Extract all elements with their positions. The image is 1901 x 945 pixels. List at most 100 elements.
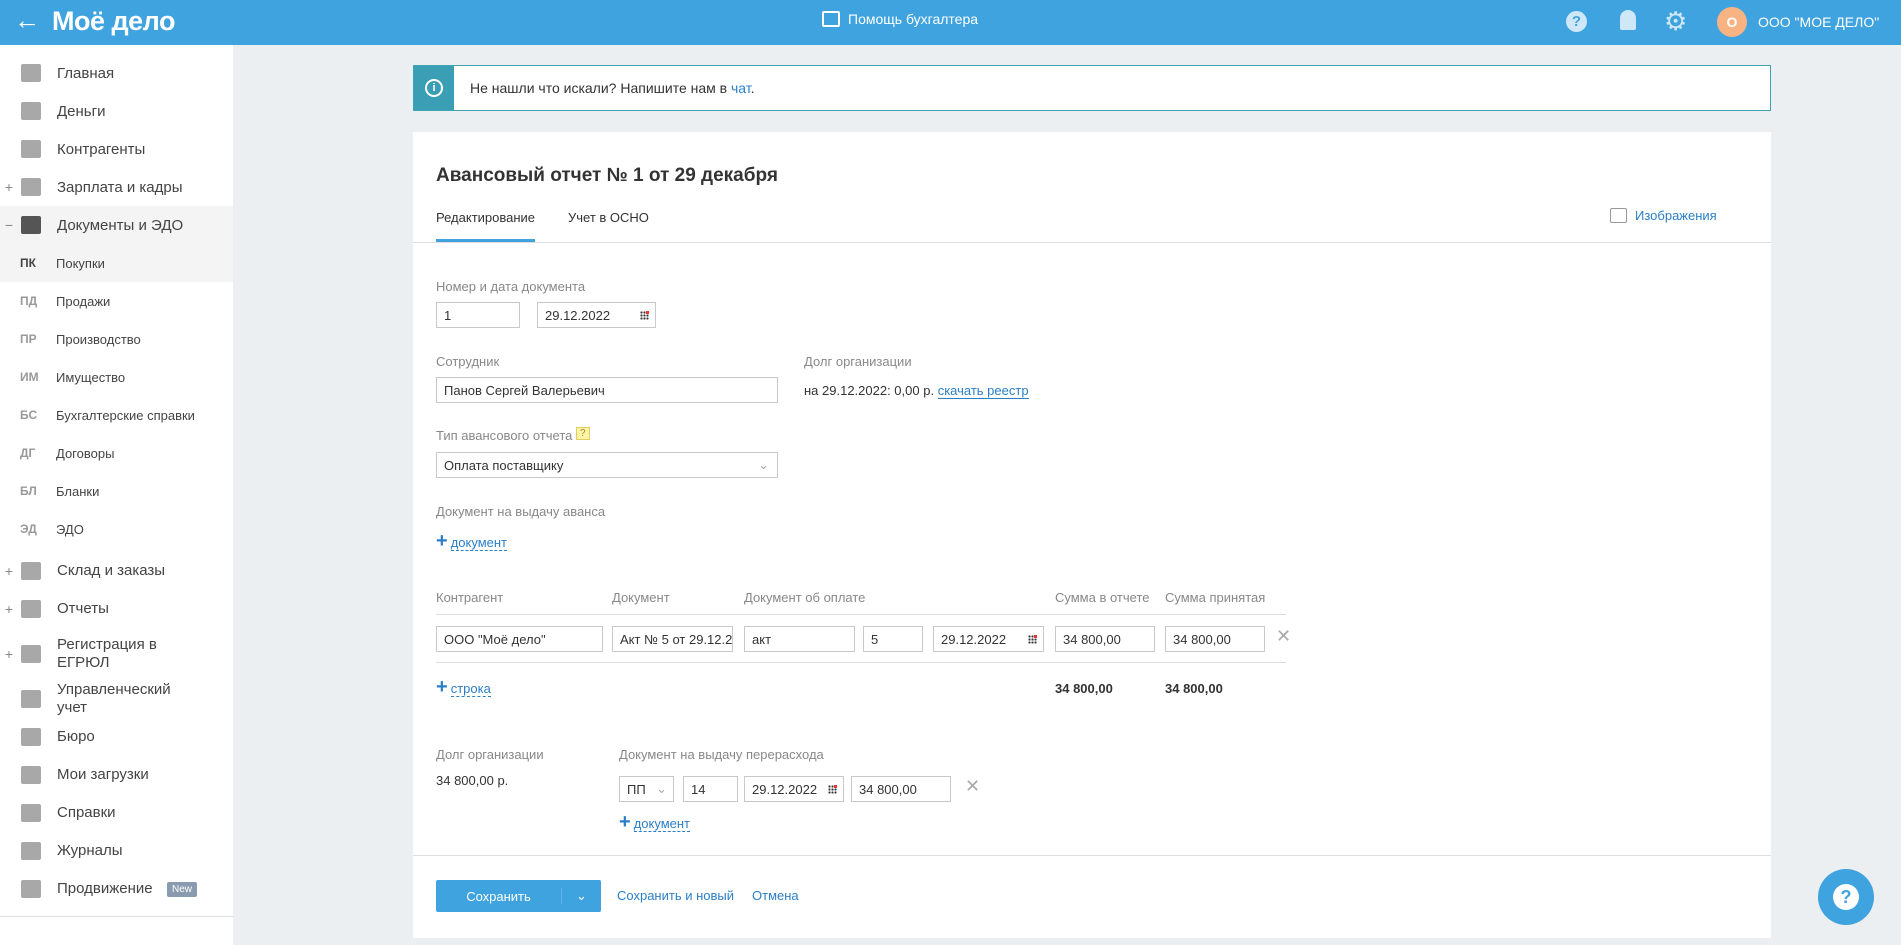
add-row-button[interactable]: + строка	[436, 676, 491, 699]
sidebar-item-label: Мои загрузки	[57, 766, 149, 783]
remove-overspend-icon[interactable]: ✕	[965, 776, 980, 797]
overspend-type-value: ПП	[627, 781, 646, 797]
report-type-label: Тип авансового отчета ?	[436, 427, 590, 443]
sidebar-item[interactable]: Бюро	[0, 718, 233, 756]
sidebar-item[interactable]: Главная	[0, 54, 233, 92]
image-icon	[1610, 208, 1627, 223]
document-input[interactable]: Акт № 5 от 29.12.2022	[612, 626, 733, 652]
sidebar-subitem[interactable]: ПР Производство	[0, 320, 233, 358]
overspend-sum-input[interactable]: 34 800,00	[851, 776, 951, 802]
briefcase-icon	[822, 11, 840, 27]
subitem-abbr: ПД	[20, 294, 38, 308]
payment-date-input[interactable]: 29.12.2022	[933, 626, 1044, 652]
page-title: Авансовый отчет № 1 от 29 декабря	[436, 165, 778, 186]
gear-icon[interactable]: ⚙	[1664, 6, 1687, 36]
sidebar-subitem[interactable]: БС Бухгалтерские справки	[0, 396, 233, 434]
images-link[interactable]: Изображения	[1610, 208, 1717, 223]
save-label: Сохранить	[466, 888, 531, 904]
section-icon	[21, 216, 41, 234]
sidebar-item[interactable]: Деньги	[0, 92, 233, 130]
help-icon[interactable]: ?	[1566, 11, 1587, 32]
sidebar-subitem[interactable]: ЭД ЭДО	[0, 510, 233, 548]
banner-text: Не нашли что искали? Напишите нам в	[470, 80, 731, 96]
logo[interactable]: Моё дело	[52, 6, 175, 37]
overspend-number-input[interactable]: 14	[683, 776, 738, 802]
tab-osno[interactable]: Учет в ОСНО	[568, 210, 649, 225]
doc-number-input[interactable]: 1	[436, 302, 520, 328]
sidebar-item[interactable]: + Регистрация в ЕГРЮЛ	[0, 628, 233, 680]
save-and-new-link[interactable]: Сохранить и новый	[617, 888, 734, 903]
sidebar-item-label: Контрагенты	[57, 140, 146, 158]
sidebar-item[interactable]: + Склад и заказы	[0, 552, 233, 590]
sidebar-item[interactable]: Продвижение New	[0, 870, 233, 908]
tab-editing[interactable]: Редактирование	[436, 210, 536, 242]
subitem-label: ЭДО	[56, 521, 84, 537]
section-icon	[21, 880, 41, 898]
save-button[interactable]: Сохранить ⌄	[436, 880, 601, 912]
calendar-icon[interactable]	[1028, 635, 1037, 644]
sidebar-item[interactable]: Контрагенты	[0, 130, 233, 168]
sidebar-subitem[interactable]: ДГ Договоры	[0, 434, 233, 472]
info-icon: i	[414, 66, 454, 110]
calendar-icon[interactable]	[640, 311, 649, 320]
help-fab[interactable]: ?	[1818, 869, 1874, 925]
section-icon	[21, 645, 41, 663]
subitem-abbr: ПК	[20, 256, 36, 270]
help-title: Помощь бухгалтера	[848, 11, 979, 27]
remove-row-icon[interactable]: ✕	[1276, 626, 1291, 647]
download-registry-link[interactable]: скачать реестр	[937, 383, 1029, 399]
org-debt-label: Долг организации	[804, 354, 912, 369]
section-icon	[21, 178, 41, 196]
payment-number-input[interactable]: 5	[863, 626, 923, 652]
subitem-label: Имущество	[56, 369, 126, 385]
accepted-sum-input[interactable]: 34 800,00	[1165, 626, 1265, 652]
section-icon	[21, 842, 41, 860]
new-badge: New	[167, 881, 198, 897]
add-overspend-doc-button[interactable]: + документ	[619, 811, 690, 834]
avatar[interactable]: О	[1717, 7, 1747, 37]
sidebar-item-label: Журналы	[57, 842, 123, 859]
col-document: Документ	[612, 590, 670, 605]
banner-dot: .	[750, 80, 755, 96]
add-advance-doc-button[interactable]: + документ	[436, 530, 507, 553]
bell-icon[interactable]	[1620, 10, 1636, 30]
overspend-date-input[interactable]: 29.12.2022	[744, 776, 844, 802]
sidebar-item[interactable]: − Документы и ЭДО	[0, 206, 233, 244]
subitem-label: Покупки	[56, 255, 105, 271]
employee-label: Сотрудник	[436, 354, 500, 369]
hint-icon[interactable]: ?	[575, 427, 590, 440]
subitem-abbr: БЛ	[20, 484, 37, 498]
sidebar-subitem[interactable]: ПД Продажи	[0, 282, 233, 320]
sidebar-item-label: Главная	[57, 64, 115, 82]
sidebar-item[interactable]: Журналы	[0, 832, 233, 870]
payment-type-input[interactable]: акт	[744, 626, 855, 652]
subitem-label: Бланки	[56, 483, 100, 499]
doc-date-value: 29.12.2022	[545, 307, 611, 323]
accountant-help-link[interactable]: Помощь бухгалтера	[822, 11, 978, 27]
sidebar-item[interactable]: Мои загрузки	[0, 756, 233, 794]
col-payment-doc: Документ об оплате	[744, 590, 866, 605]
chevron-down-icon[interactable]: ⌄	[561, 888, 601, 904]
add-doc-label: документ	[450, 535, 507, 551]
sidebar-item[interactable]: Управленческий учет	[0, 680, 233, 718]
back-arrow-icon[interactable]: ←	[14, 5, 40, 36]
sum-input[interactable]: 34 800,00	[1055, 626, 1155, 652]
employee-input[interactable]: Панов Сергей Валерьевич	[436, 377, 778, 403]
calendar-icon[interactable]	[828, 785, 837, 794]
sidebar-subitem[interactable]: ПК Покупки	[0, 244, 233, 282]
org-name[interactable]: ООО "МОЕ ДЕЛО"	[1758, 14, 1879, 30]
cancel-link[interactable]: Отмена	[752, 888, 799, 903]
num-date-label: Номер и дата документа	[436, 279, 586, 294]
sidebar-item-label: Управленческий учет	[57, 681, 171, 716]
sidebar-item[interactable]: + Отчеты	[0, 590, 233, 628]
sidebar-item[interactable]: Справки	[0, 794, 233, 832]
report-type-select[interactable]: Оплата поставщику ⌄	[436, 452, 778, 478]
divider	[0, 916, 233, 917]
chat-link[interactable]: чат	[731, 80, 751, 96]
overspend-type-select[interactable]: ПП ⌄	[619, 776, 674, 802]
contractor-input[interactable]: ООО "Моё дело"	[436, 626, 603, 652]
sidebar-item[interactable]: + Зарплата и кадры	[0, 168, 233, 206]
doc-date-input[interactable]: 29.12.2022	[537, 302, 656, 328]
sidebar-subitem[interactable]: ИМ Имущество	[0, 358, 233, 396]
sidebar-subitem[interactable]: БЛ Бланки	[0, 472, 233, 510]
